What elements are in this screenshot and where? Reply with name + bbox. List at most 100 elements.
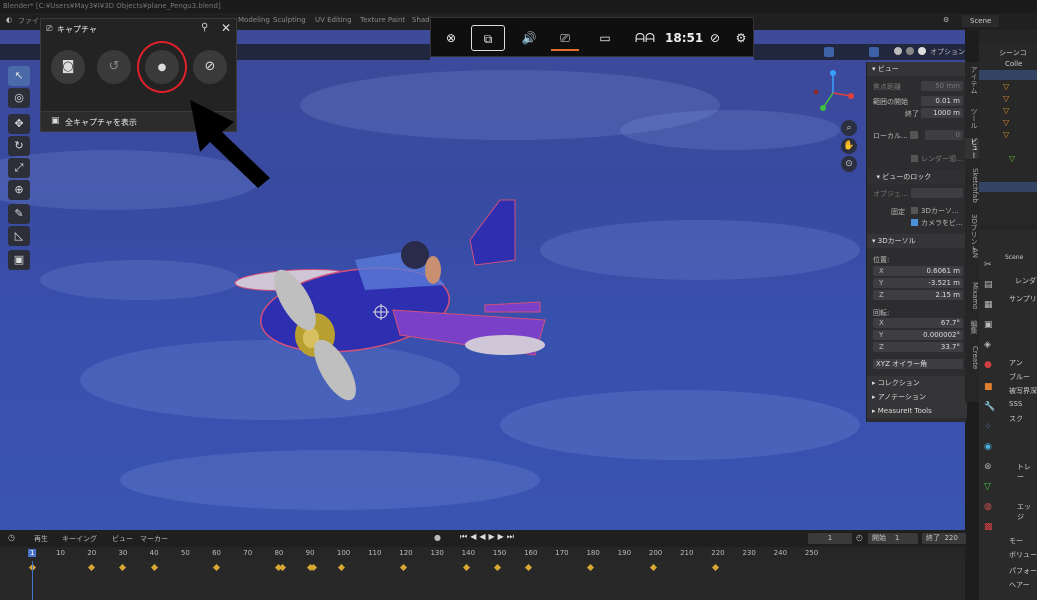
scene-collection-label[interactable]: シーンコ [999,48,1027,58]
cursor-rz-field[interactable]: 33.7° [873,342,963,352]
overlay-toggle-icon[interactable] [869,47,879,57]
mouse-icon[interactable]: ⊘ [701,25,729,51]
keyframe-marker[interactable] [337,563,345,572]
cursor-x-field[interactable]: 0.6061 m [873,266,963,276]
ssr-label[interactable]: スク [1009,414,1023,424]
cursor-rx-field[interactable]: 67.7° [873,318,963,328]
render-tab-icon[interactable]: ▤ [984,280,993,290]
local-camera-field[interactable]: 0 [925,130,963,140]
collection-header[interactable]: ▸ コレクション [867,376,967,390]
keyframe-marker[interactable] [712,563,720,572]
zoom-icon[interactable]: ⌕ [841,120,857,136]
tab-3d-print[interactable]: 3Dプリント [965,214,979,252]
ao-label[interactable]: アン [1009,358,1023,368]
tab-item[interactable]: アイテム [965,66,979,94]
workspace-tab-shading[interactable]: Shadi [412,16,432,24]
widget-icon[interactable]: ⧉ [471,25,505,51]
tool-tab-icon[interactable]: ✂ [984,260,992,270]
annotate-tool-icon[interactable]: ✎ [8,204,30,224]
cursor-tool-icon[interactable]: ◎ [8,88,30,108]
collection-label[interactable]: Colle [1005,60,1022,68]
view-layer-tab-icon[interactable]: ▣ [984,320,993,330]
clip-end-field[interactable]: 1000 m [921,108,963,118]
editor-type-icon[interactable]: ◷ [8,533,15,542]
focal-field[interactable]: 50 mm [921,81,963,91]
scale-tool-icon[interactable]: ⤢ [8,158,30,178]
move-tool-icon[interactable]: ✥ [8,114,30,134]
add-cube-tool-icon[interactable]: ▣ [8,250,30,270]
world-tab-icon[interactable]: ● [984,360,992,370]
file-menu[interactable]: ファイ [18,16,39,26]
cursor-y-field[interactable]: -3.521 m [873,278,963,288]
keyframe-marker[interactable] [493,563,501,572]
tab-tool[interactable]: ツール [965,108,979,129]
workspace-tab-modeling[interactable]: Modeling [238,16,270,24]
view-menu[interactable]: ビュー [112,534,133,544]
lock-cursor-checkbox[interactable] [911,207,918,214]
pin-icon[interactable]: ⚲ [201,22,208,33]
marker-menu[interactable]: マーカー [140,534,168,544]
playback-menu[interactable]: 再生 [34,534,48,544]
timeline-ruler[interactable]: 1 10 20 30 40 50 60 70 80 90 100 110 120 130 140 150 160… [0,547,965,561]
navigation-gizmo[interactable] [808,68,858,118]
annotation-header[interactable]: ▸ アノテーション [867,390,967,404]
constraints-tab-icon[interactable]: ⊗ [984,462,992,472]
keyframe-track[interactable] [0,561,965,600]
tab-edit[interactable]: 編集 [965,320,979,334]
rotation-mode-select[interactable]: XYZ オイラー角 [873,359,963,369]
view-panel-header[interactable]: ▾ ビュー [867,62,967,76]
tab-view[interactable]: ビュー [965,138,979,159]
keyframe-marker[interactable] [213,563,221,572]
local-camera-checkbox[interactable] [910,131,918,139]
outliner-row-active[interactable] [979,182,1037,192]
keyframe-marker[interactable] [119,563,127,572]
scene-selector[interactable]: Scene [962,15,1000,27]
keyframe-marker[interactable] [649,563,657,572]
performance-label[interactable]: パフォー [1009,566,1037,576]
shading-rendered-icon[interactable] [918,47,926,55]
record-last-button[interactable]: ↺ [97,50,131,84]
lock-camera-checkbox[interactable] [911,219,918,226]
gizmo-toggle-icon[interactable] [824,47,834,57]
xbox-icon[interactable]: ⊗ [437,25,465,51]
dof-label[interactable]: 被写界深 [1009,386,1037,396]
close-icon[interactable]: ✕ [221,21,231,35]
record-key-icon[interactable]: ● [434,533,441,542]
performance-icon[interactable]: ▭ [591,25,619,51]
airplane-model[interactable] [215,170,555,410]
pan-hand-icon[interactable]: ✋ [841,138,857,154]
sss-label[interactable]: SSS [1009,400,1022,408]
clip-start-field[interactable]: 0.01 m [921,96,963,106]
keyframe-marker[interactable] [400,563,408,572]
view-lock-header[interactable]: ▾ ビューのロック [867,170,967,184]
shading-material-icon[interactable] [906,47,914,55]
keyframe-marker[interactable] [525,563,533,572]
outliner-row-selected[interactable] [979,70,1037,80]
audio-icon[interactable]: 🔊 [515,25,543,51]
volume-label[interactable]: ボリュー [1009,550,1037,560]
transform-tool-icon[interactable]: ⊕ [8,180,30,200]
workspace-tab-sculpting[interactable]: Sculpting [273,16,306,24]
object-tab-icon[interactable]: ■ [984,382,993,392]
capture-icon[interactable]: ⎚ [551,25,579,51]
particles-tab-icon[interactable]: ⁘ [984,422,992,432]
workspace-tab-texture[interactable]: Texture Paint [360,16,405,24]
blender-logo-icon[interactable]: ◐ [6,16,12,24]
keyframe-marker[interactable] [462,563,470,572]
keyframe-marker[interactable] [150,563,158,572]
hair-label[interactable]: ヘアー [1009,580,1030,590]
screenshot-button[interactable]: ◙ [51,50,85,84]
tab-sketchfab[interactable]: Sketchfab [965,168,979,203]
keyframe-marker[interactable] [278,563,286,572]
output-tab-icon[interactable]: ▦ [984,300,993,310]
measureit-header[interactable]: ▸ MeasureIt Tools [867,404,967,418]
cursor-z-field[interactable]: 2.15 m [873,290,963,300]
rotate-tool-icon[interactable]: ↻ [8,136,30,156]
material-tab-icon[interactable]: ◍ [984,502,992,512]
scene-tab-icon[interactable]: ◈ [984,340,991,350]
keying-menu[interactable]: キーイング [62,534,97,544]
keyframe-marker[interactable] [587,563,595,572]
measure-tool-icon[interactable]: ◺ [8,226,30,246]
options-menu[interactable]: オプション [930,47,965,57]
start-frame-field[interactable]: 開始 1 [868,533,918,544]
